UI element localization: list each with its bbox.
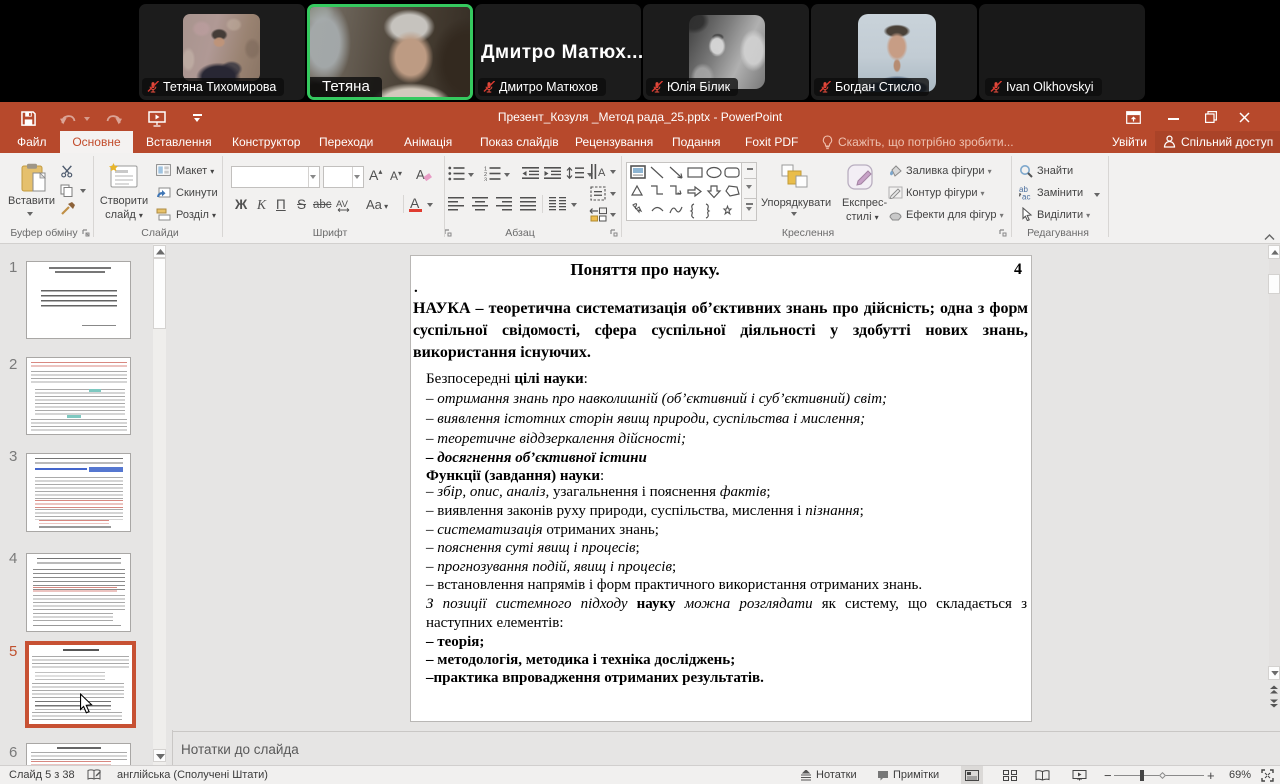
svg-text:А: А <box>598 167 606 179</box>
svg-text:А: А <box>416 167 425 182</box>
svg-text:AV: AV <box>336 199 349 210</box>
svg-text:ac: ac <box>1022 193 1030 201</box>
svg-text:3: 3 <box>484 178 487 182</box>
